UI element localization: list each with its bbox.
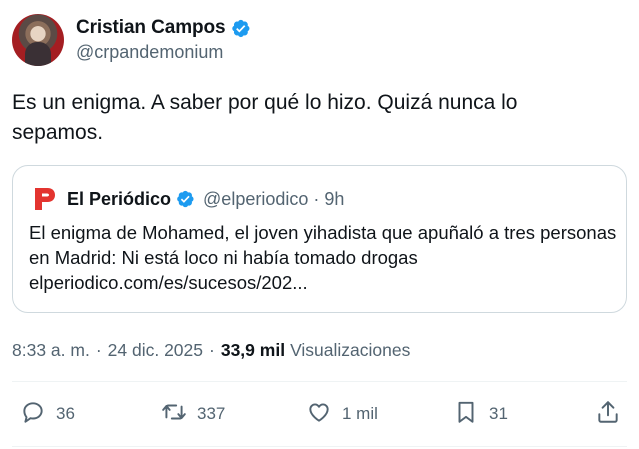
retweet-count: 337	[197, 404, 226, 423]
share-button[interactable]	[595, 392, 621, 436]
bookmark-icon	[453, 399, 479, 430]
views-count: 33,9 mil	[220, 339, 286, 360]
quoted-display-name[interactable]: El Periódico	[67, 189, 171, 210]
share-icon	[595, 399, 621, 430]
reply-icon	[20, 399, 46, 430]
author-display-name[interactable]: Cristian Campos	[76, 17, 226, 39]
bookmark-button[interactable]: 31	[453, 392, 508, 436]
quoted-timestamp[interactable]: 9h	[324, 189, 344, 210]
retweet-button[interactable]: 337	[161, 392, 225, 436]
tweet-date[interactable]: 24 dic. 2025	[108, 340, 203, 361]
meta-separator-2: ·	[209, 339, 215, 360]
divider-top	[12, 381, 627, 382]
el-periodico-logo-icon	[33, 186, 57, 212]
tweet-time[interactable]: 8:33 a. m.	[12, 340, 90, 361]
author-avatar[interactable]	[12, 14, 64, 66]
views-label: Visualizaciones	[290, 339, 411, 360]
quoted-verified-badge-icon	[175, 189, 195, 209]
reply-count: 36	[56, 404, 75, 423]
tweet-text: Es un enigma. A saber por qué lo hizo. Q…	[12, 91, 518, 144]
like-count: 1 mil	[342, 404, 378, 423]
reply-button[interactable]: 36	[20, 392, 75, 436]
quoted-tweet-card[interactable]: El Periódico @elperiodico · 9h El enigma…	[12, 165, 627, 313]
divider-bottom	[12, 446, 627, 447]
quoted-tweet-header: El Periódico @elperiodico · 9h	[33, 186, 344, 212]
like-button[interactable]: 1 mil	[306, 392, 378, 436]
quoted-handle[interactable]: @elperiodico	[203, 189, 308, 210]
heart-icon	[306, 399, 332, 430]
quoted-tweet-text: El enigma de Mohamed, el joven yihadista…	[29, 222, 617, 268]
author-handle[interactable]: @crpandemonium	[76, 42, 251, 63]
quoted-tweet-body: El enigma de Mohamed, el joven yihadista…	[29, 220, 619, 295]
retweet-icon	[161, 399, 187, 430]
verified-badge-icon	[230, 18, 251, 39]
tweet-header: Cristian Campos @crpandemonium	[12, 14, 251, 70]
author-info: Cristian Campos @crpandemonium	[76, 14, 251, 63]
tweet-meta: 8:33 a. m. · 24 dic. 2025 · 33,9 mil Vis…	[12, 338, 410, 362]
action-bar: 36 337 1 mil 31	[0, 392, 639, 436]
meta-separator: ·	[95, 339, 102, 360]
bookmark-count: 31	[489, 404, 508, 423]
author-name-row: Cristian Campos	[76, 17, 251, 39]
quoted-separator: ·	[313, 188, 320, 209]
quoted-tweet-link[interactable]: elperiodico.com/es/sucesos/202...	[29, 270, 619, 295]
tweet-detail: Cristian Campos @crpandemonium Es un eni…	[0, 0, 639, 449]
